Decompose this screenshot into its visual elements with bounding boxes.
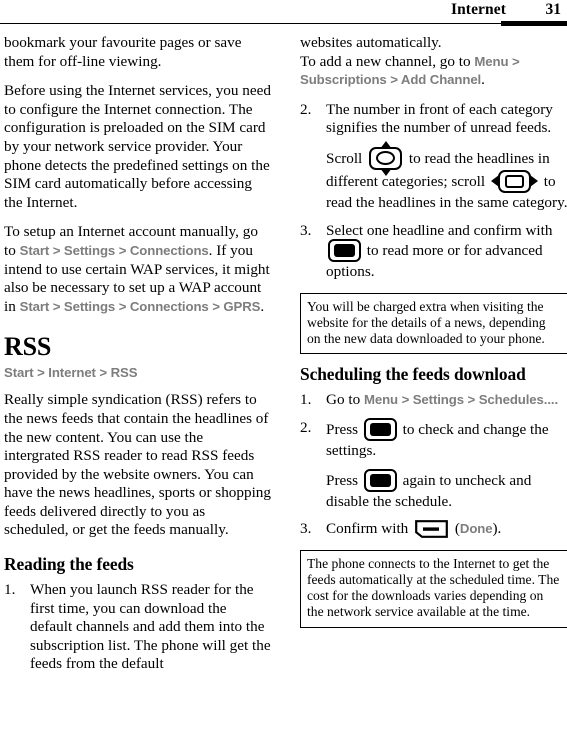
step-number: 2. (300, 100, 312, 118)
uipath-connections: Connections (129, 242, 209, 258)
list-item: 3. Select one headline and confirm with … (300, 222, 567, 282)
paragraph-before-using-internet: Before using the Internet services, you … (4, 82, 271, 211)
list-item: 3. Confirm with (Done). (300, 519, 567, 539)
uipath-separator: > (463, 392, 479, 408)
note-box-charges: You will be charged extra when visiting … (300, 292, 567, 355)
uipath-start: Start (19, 298, 50, 314)
uipath-separator: > (386, 72, 401, 88)
continued-text: websites automatically. (300, 34, 442, 51)
uipath-separator: > (33, 365, 49, 381)
uipath-menu: Menu (363, 392, 398, 408)
uipath-settings: Settings (63, 298, 116, 314)
uipath-separator: > (115, 298, 130, 314)
uipath-settings: Settings (63, 242, 116, 258)
step-number: 3. (300, 520, 312, 538)
select-ok-key-icon (328, 239, 361, 263)
uipath-separator: > (115, 242, 130, 258)
uipath-rss: RSS (110, 365, 138, 381)
select-ok-key-icon (363, 468, 397, 492)
step-2-press-again-instruction: Press again to uncheck and disable the s… (326, 468, 567, 512)
uipath-add-channel: Add Channel (400, 72, 482, 88)
step-number: 3. (300, 221, 312, 239)
reading-feeds-step-list-continued: 2. The number in front of each category … (300, 101, 567, 282)
select-ok-key-icon (363, 417, 397, 441)
right-column: websites automatically. To add a new cha… (300, 34, 567, 628)
left-softkey-icon (415, 519, 448, 538)
step-text: The number in front of each category sig… (326, 100, 553, 137)
uipath-separator: > (208, 298, 224, 314)
reading-feeds-step-list: 1. When you launch RSS reader for the fi… (4, 581, 272, 674)
add-channel-lead-in: To add a new channel, go to (300, 52, 475, 70)
heading-reading-the-feeds: Reading the feeds (4, 554, 134, 575)
list-item: 2. Press to check and change the setting… (300, 417, 567, 512)
uipath-separator: > (398, 392, 413, 408)
uipath-separator: > (508, 53, 520, 69)
nav-updown-key-icon (369, 140, 403, 176)
heading-rss: RSS (4, 332, 52, 362)
done-close-paren: ). (492, 520, 502, 538)
step-number: 2. (300, 418, 312, 436)
uipath-separator: > (49, 242, 64, 258)
uipath-start: Start (19, 242, 50, 258)
scheduling-step-list: 1. Go to Menu > Settings > Schedules....… (300, 391, 567, 538)
uipath-internet: Internet (48, 365, 96, 381)
header-chapter-title: Internet (450, 1, 506, 18)
paragraph-rss-introduction: Really simple syndication (RSS) refers t… (4, 391, 271, 539)
uipath-settings: Settings (412, 392, 464, 408)
uipath-schedules: Schedules.... (478, 392, 559, 408)
page-header: Internet 31 (0, 0, 567, 26)
rss-uipath-line: Start > Internet > RSS (4, 364, 272, 381)
done-open-paren: ( (451, 520, 460, 538)
step-number: 1. (4, 581, 16, 599)
step-number: 1. (300, 391, 312, 409)
uipath-start: Start (4, 365, 34, 381)
note-box-scheduled-download: The phone connects to the Internet to ge… (300, 549, 567, 628)
uipath-connections: Connections (129, 298, 209, 314)
step-text-lead-in: Confirm with (326, 520, 413, 538)
header-page-number: 31 (545, 1, 562, 18)
step-text-lead-in: Go to (326, 391, 364, 409)
step-text-lead-in: Select one headline and confirm with (326, 221, 553, 239)
paragraph-setup-account: To setup an Internet account manually, g… (4, 223, 272, 316)
press-again-lead-in: Press (326, 471, 362, 489)
nav-leftright-key-icon (490, 169, 538, 193)
list-item: 1. When you launch RSS reader for the fi… (4, 581, 272, 674)
add-channel-end: . (481, 71, 485, 89)
step-2-scroll-instruction: Scroll to read the headlines in differen… (326, 140, 567, 213)
header-rule-thin (0, 23, 567, 25)
step-text: When you launch RSS reader for the first… (30, 581, 271, 673)
left-column: bookmark your favourite pages or save th… (4, 34, 272, 683)
header-rule-thick (501, 21, 567, 26)
step-text-lead-in: Press (326, 420, 362, 438)
paragraph-continued-websites: websites automatically. To add a new cha… (300, 34, 567, 90)
heading-scheduling-the-feeds-download: Scheduling the feeds download (300, 364, 526, 385)
uipath-gprs: GPRS (223, 298, 261, 314)
uipath-subscriptions: Subscriptions (300, 72, 387, 88)
paragraph-bookmark: bookmark your favourite pages or save th… (4, 34, 242, 70)
note-text: You will be charged extra when visiting … (307, 298, 546, 347)
uipath-separator: > (49, 298, 64, 314)
list-item: 1. Go to Menu > Settings > Schedules.... (300, 391, 567, 410)
uipath-menu: Menu (474, 53, 509, 69)
page-columns: bookmark your favourite pages or save th… (0, 34, 567, 733)
list-item: 2. The number in front of each category … (300, 101, 567, 213)
note-text: The phone connects to the Internet to ge… (307, 555, 560, 620)
scroll-lead-in: Scroll (326, 149, 367, 167)
uipath-separator: > (95, 365, 111, 381)
setup-text-end: . (260, 297, 265, 315)
uipath-done: Done (459, 521, 493, 537)
